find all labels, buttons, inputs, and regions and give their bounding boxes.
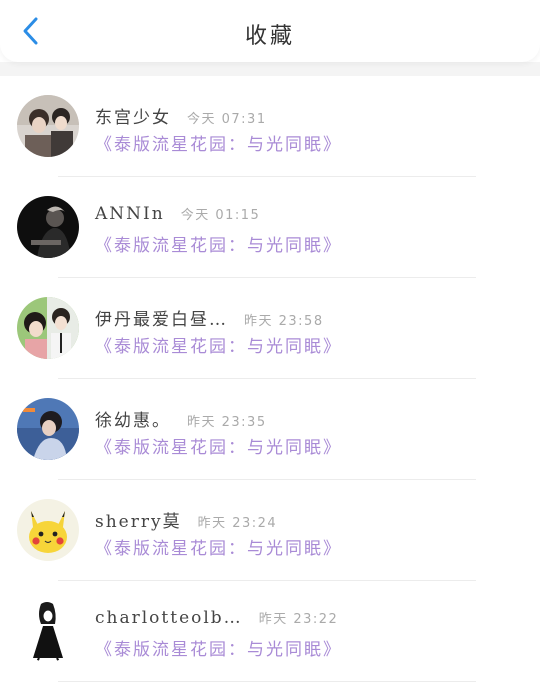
timestamp: 昨天 23:35 bbox=[187, 415, 267, 430]
avatar[interactable] bbox=[17, 196, 79, 258]
user-name: charlotteolb… bbox=[95, 608, 243, 628]
list-item[interactable]: 伊丹最爱白昼… 昨天 23:58 《泰版流星花园：与光同眠》 bbox=[0, 278, 540, 379]
top-bar: 收藏 bbox=[0, 0, 540, 62]
timestamp: 昨天 23:24 bbox=[197, 516, 278, 531]
user-name: 徐幼惠。 bbox=[95, 411, 171, 431]
list-item[interactable]: charlotteolb… 昨天 23:22 《泰版流星花园：与光同眠》 bbox=[0, 581, 540, 682]
avatar[interactable] bbox=[17, 95, 79, 157]
timestamp: 昨天 23:58 bbox=[244, 314, 324, 329]
list-item[interactable]: 东宫少女 今天 07:31 《泰版流星花园：与光同眠》 bbox=[0, 76, 540, 177]
section-gap bbox=[0, 62, 540, 76]
avatar[interactable] bbox=[17, 499, 79, 561]
collection-title: 《泰版流星花园：与光同眠》 bbox=[95, 438, 342, 458]
favorites-list: 东宫少女 今天 07:31 《泰版流星花园：与光同眠》 ANNIn 今天 01:… bbox=[0, 76, 540, 682]
collection-title: 《泰版流星花园：与光同眠》 bbox=[95, 236, 342, 256]
list-item[interactable]: 徐幼惠。 昨天 23:35 《泰版流星花园：与光同眠》 bbox=[0, 379, 540, 480]
avatar[interactable] bbox=[17, 297, 79, 359]
collection-title: 《泰版流星花园：与光同眠》 bbox=[95, 135, 342, 155]
collection-title: 《泰版流星花园：与光同眠》 bbox=[95, 539, 342, 559]
user-name: 东宫少女 bbox=[95, 108, 171, 128]
timestamp: 今天 01:15 bbox=[180, 208, 261, 223]
collection-title: 《泰版流星花园：与光同眠》 bbox=[95, 337, 342, 357]
avatar[interactable] bbox=[17, 600, 79, 662]
timestamp: 昨天 23:22 bbox=[258, 612, 339, 627]
user-name: sherry莫 bbox=[95, 512, 182, 532]
page-title: 收藏 bbox=[244, 24, 295, 49]
user-name: 伊丹最爱白昼… bbox=[95, 310, 228, 330]
collection-title: 《泰版流星花园：与光同眠》 bbox=[95, 640, 342, 660]
timestamp: 今天 07:31 bbox=[187, 112, 267, 127]
avatar[interactable] bbox=[17, 398, 79, 460]
list-item[interactable]: sherry莫 昨天 23:24 《泰版流星花园：与光同眠》 bbox=[0, 480, 540, 581]
user-name: ANNIn bbox=[95, 204, 165, 224]
divider bbox=[58, 681, 476, 682]
list-item[interactable]: ANNIn 今天 01:15 《泰版流星花园：与光同眠》 bbox=[0, 177, 540, 278]
